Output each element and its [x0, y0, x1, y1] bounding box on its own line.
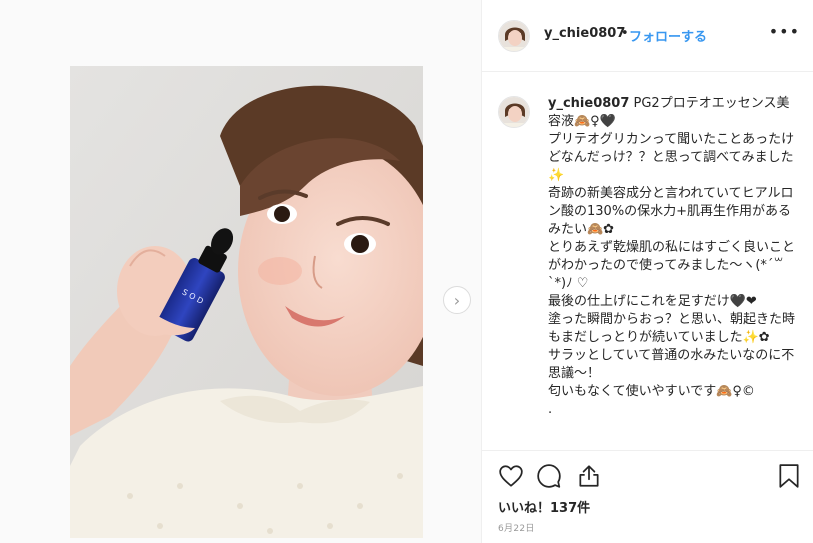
like-button[interactable]: [498, 463, 524, 489]
next-photo-button[interactable]: ›: [443, 286, 471, 314]
caption-username-link[interactable]: y_chie0807: [548, 96, 629, 111]
post-details-pane: y_chie0807 • フォローする ••• y_chie0807 PG2プロ…: [481, 0, 813, 543]
post-header: y_chie0807 • フォローする •••: [482, 0, 813, 72]
post-photo[interactable]: S O D: [70, 66, 423, 538]
more-options-button[interactable]: •••: [769, 22, 800, 41]
header-username-link[interactable]: y_chie0807: [544, 26, 625, 41]
heart-icon: [499, 465, 523, 487]
save-button[interactable]: [776, 463, 802, 489]
caption-section: y_chie0807 PG2プロテオエッセンス美容液🙈♀🖤 プリテオグリカンって…: [482, 72, 813, 450]
caption-avatar[interactable]: [498, 96, 530, 128]
separator-dot: •: [621, 26, 629, 41]
follow-button[interactable]: フォローする: [629, 26, 707, 45]
comment-icon: [537, 464, 561, 488]
action-bar: いいね！137件 6月22日: [482, 450, 813, 543]
more-dots-icon: •••: [768, 22, 800, 41]
likes-count[interactable]: いいね！137件: [498, 497, 590, 516]
post-media-pane: S O D ›: [0, 0, 481, 543]
bookmark-icon: [779, 464, 799, 488]
caption-body: PG2プロテオエッセンス美容液🙈♀🖤 プリテオグリカンって聞いたことあったけどな…: [548, 96, 796, 417]
post-date[interactable]: 6月22日: [498, 521, 535, 534]
chevron-right-icon: ›: [453, 290, 461, 310]
avatar[interactable]: [498, 20, 530, 52]
share-icon: [579, 465, 599, 487]
post-photo-image: S O D: [70, 66, 423, 538]
comment-button[interactable]: [536, 463, 562, 489]
caption-text: y_chie0807 PG2プロテオエッセンス美容液🙈♀🖤 プリテオグリカンって…: [548, 95, 796, 419]
share-button[interactable]: [576, 463, 602, 489]
